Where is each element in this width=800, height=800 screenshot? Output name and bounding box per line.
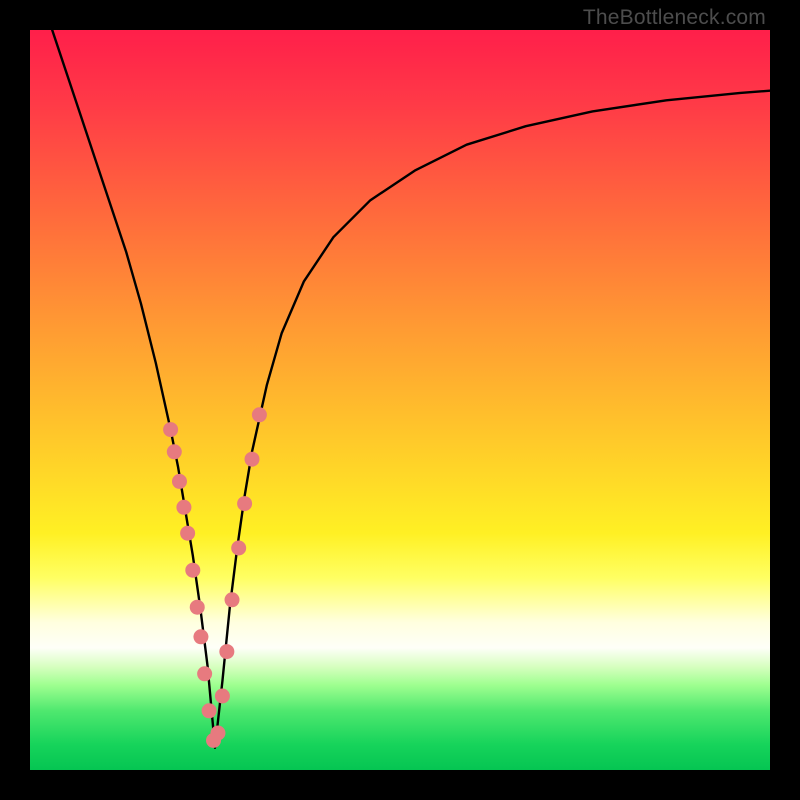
curve-layer — [30, 30, 770, 770]
bottleneck-curve — [52, 30, 770, 748]
curve-marker — [172, 474, 187, 489]
curve-marker — [190, 600, 205, 615]
watermark-text: TheBottleneck.com — [583, 6, 766, 30]
curve-marker — [176, 500, 191, 515]
curve-marker — [163, 422, 178, 437]
plot-area — [30, 30, 770, 770]
curve-marker — [219, 644, 234, 659]
curve-marker — [202, 703, 217, 718]
curve-marker — [193, 629, 208, 644]
curve-marker — [185, 563, 200, 578]
outer-frame: TheBottleneck.com — [0, 0, 800, 800]
curve-marker — [215, 689, 230, 704]
curve-markers — [163, 407, 267, 748]
curve-marker — [225, 592, 240, 607]
curve-marker — [167, 444, 182, 459]
curve-marker — [210, 726, 225, 741]
curve-marker — [197, 666, 212, 681]
curve-marker — [180, 526, 195, 541]
curve-marker — [245, 452, 260, 467]
curve-marker — [237, 496, 252, 511]
curve-marker — [252, 407, 267, 422]
curve-marker — [231, 541, 246, 556]
